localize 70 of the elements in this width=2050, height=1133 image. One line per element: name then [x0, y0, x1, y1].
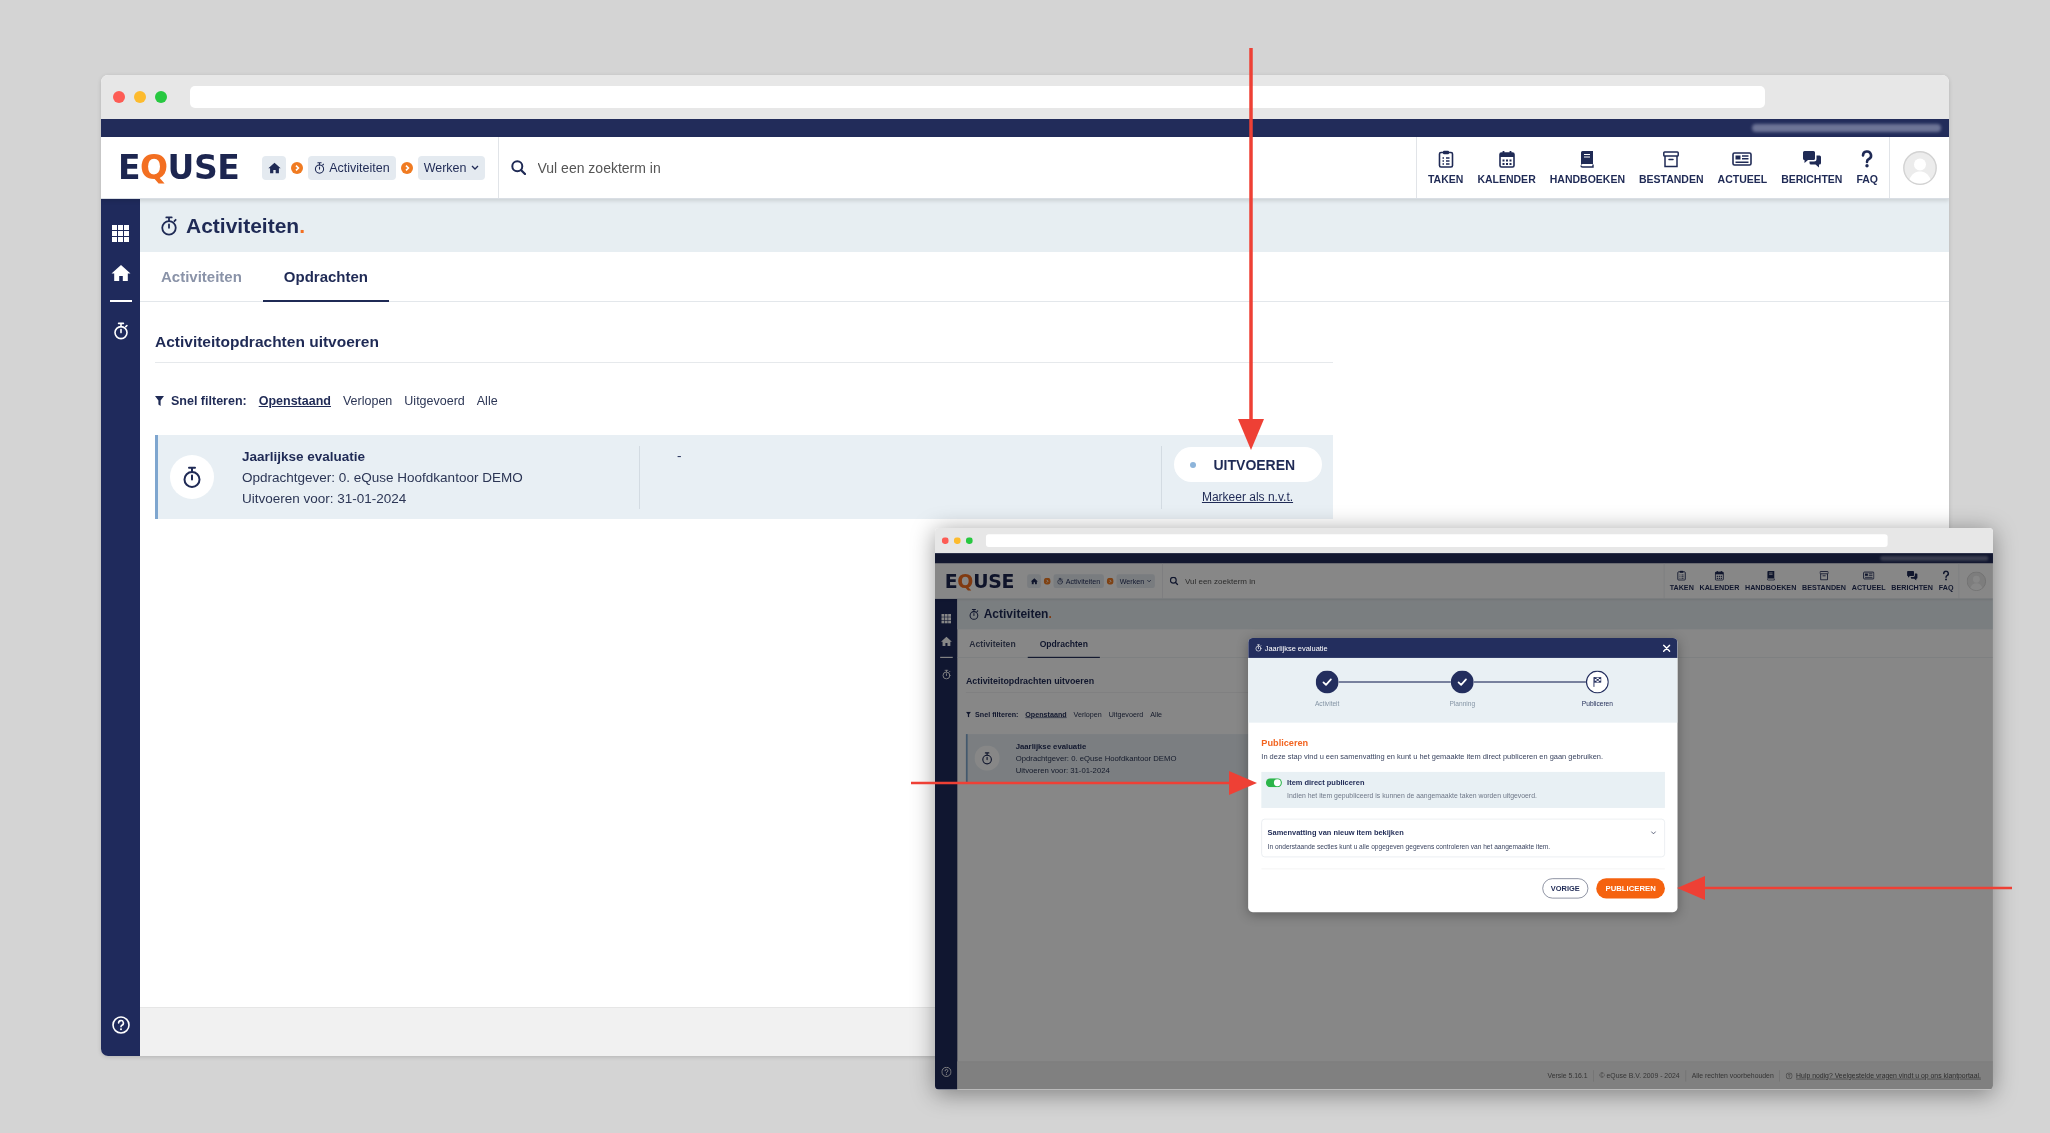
calendar-icon	[1714, 570, 1724, 581]
filter-icon	[155, 396, 164, 406]
minimize-window-icon[interactable]	[953, 537, 961, 545]
chevron-right-icon	[1043, 577, 1051, 585]
chat-bubbles-icon	[1801, 150, 1822, 168]
breadcrumb-button[interactable]: Activiteiten	[308, 155, 396, 180]
nav-link[interactable]: ACTUEEL	[1710, 137, 1775, 198]
toggle-switch[interactable]	[1265, 778, 1282, 788]
due-date-text: Uitvoeren voor: 31-01-2024	[242, 489, 407, 508]
filter-label: Snel filteren:	[171, 394, 247, 408]
book-icon	[1579, 150, 1596, 168]
menu-dropdown-button[interactable]: Werken	[417, 155, 485, 180]
clipboard-icon	[1437, 150, 1454, 168]
home-icon	[267, 161, 281, 174]
stopwatch-icon	[170, 455, 214, 499]
nav-link[interactable]: KALENDER	[1470, 137, 1543, 198]
section-title: Activiteitopdrachten uitvoeren	[155, 332, 379, 352]
stopwatch-icon[interactable]	[112, 322, 129, 340]
filter-link[interactable]: Openstaand	[258, 394, 331, 408]
tab[interactable]: Opdrachten	[262, 252, 390, 302]
avatar-icon[interactable]	[1902, 150, 1937, 185]
chevron-right-icon	[400, 161, 413, 174]
archive-box-icon	[1663, 150, 1680, 168]
tab[interactable]: Activiteiten	[957, 629, 1028, 658]
newspaper-icon	[1732, 150, 1753, 168]
question-icon	[1942, 570, 1950, 581]
minimize-window-icon[interactable]	[134, 91, 146, 103]
book-icon	[1766, 570, 1776, 581]
question-icon	[1861, 150, 1874, 168]
filter-link[interactable]: Alle	[476, 394, 498, 408]
caret-down-icon	[470, 165, 479, 170]
page-title: Activiteiten.	[983, 607, 1052, 622]
step-heading: Publiceren	[1261, 736, 1309, 749]
nav-link[interactable]: BERICHTEN	[1774, 137, 1850, 198]
filter-icon	[965, 711, 972, 718]
home-button[interactable]	[262, 155, 287, 180]
filter-link[interactable]: Uitgevoerd	[404, 394, 465, 408]
dot-icon	[1189, 461, 1196, 468]
maximize-window-icon[interactable]	[965, 537, 973, 545]
maximize-window-icon[interactable]	[155, 91, 167, 103]
logo[interactable]: EQUSE	[944, 571, 1015, 591]
assignment-title: Jaarlijkse evaluatie	[242, 447, 366, 466]
nav-link[interactable]: HANDBOEKEN	[1542, 137, 1632, 198]
close-button[interactable]	[1662, 643, 1671, 652]
section-title: Activiteitopdrachten uitvoeren	[965, 674, 1095, 688]
execute-button[interactable]: UITVOEREN	[1173, 447, 1322, 482]
close-window-icon[interactable]	[113, 91, 125, 103]
logo[interactable]: EQUSE	[118, 151, 240, 184]
filter-link[interactable]: Verlopen	[342, 394, 393, 408]
chat-bubbles-icon	[1906, 570, 1918, 581]
close-window-icon[interactable]	[941, 537, 949, 545]
client-text: Opdrachtgever: 0. eQuse Hoofdkantoor DEMO	[242, 468, 523, 487]
stopwatch-icon	[314, 161, 326, 174]
chevron-right-icon	[1106, 577, 1114, 585]
search-field[interactable]: Vul een zoekterm in	[537, 157, 738, 178]
nav-link[interactable]: TAKEN	[1421, 137, 1471, 198]
nav-link[interactable]: BESTANDEN	[1632, 137, 1711, 198]
chevron-right-icon	[291, 161, 304, 174]
page-title: Activiteiten.	[186, 213, 306, 238]
mark-not-applicable-link[interactable]: Markeer als n.v.t.	[1201, 490, 1294, 504]
search-icon	[510, 160, 526, 175]
close-icon	[1662, 643, 1671, 652]
home-icon	[1030, 577, 1038, 585]
grid-icon[interactable]	[112, 225, 129, 242]
nav-link[interactable]: FAQ	[1849, 137, 1885, 198]
stopwatch-icon	[160, 215, 178, 236]
empty-value-text: -	[677, 448, 682, 463]
stopwatch-icon	[974, 745, 1000, 771]
home-icon[interactable]	[110, 264, 131, 282]
calendar-icon	[1498, 150, 1515, 168]
